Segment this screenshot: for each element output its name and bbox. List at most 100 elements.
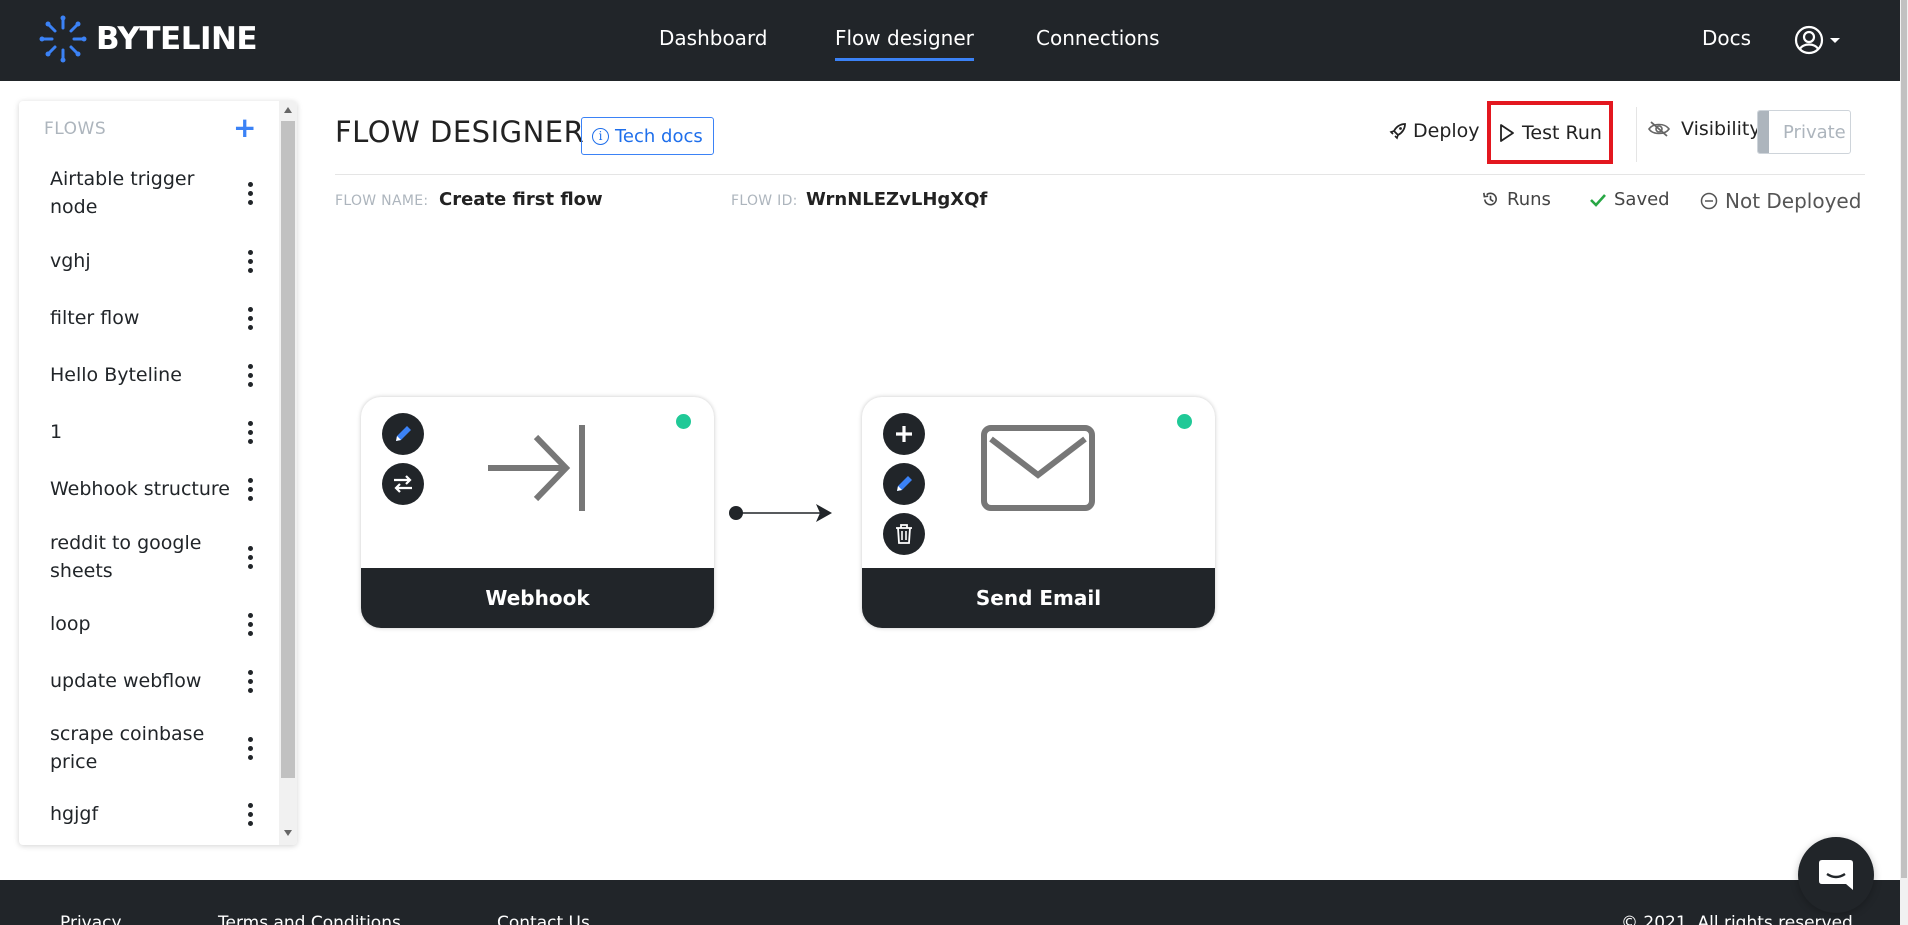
add-flow-button[interactable]: +: [233, 111, 256, 144]
list-item[interactable]: hgjgf: [19, 800, 279, 828]
saved-status: Saved: [1589, 189, 1670, 210]
list-item[interactable]: 1: [19, 418, 279, 446]
flow-item-label: Hello Byteline: [50, 364, 182, 386]
nav-connections[interactable]: Connections: [1036, 26, 1160, 50]
list-item[interactable]: loop: [19, 610, 279, 638]
kebab-menu-icon[interactable]: [241, 734, 259, 762]
top-navbar: BYTELINE Dashboard Flow designer Connect…: [0, 0, 1900, 81]
flow-item-label: 1: [50, 421, 63, 443]
scroll-up-icon[interactable]: [284, 107, 292, 113]
kebab-menu-icon[interactable]: [241, 543, 259, 571]
node-title: Webhook: [361, 568, 714, 628]
list-item[interactable]: vghj: [19, 247, 279, 275]
flow-name-value: Create first flow: [439, 189, 603, 210]
kebab-menu-icon[interactable]: [241, 800, 259, 828]
flow-item-label: hgjgf: [50, 803, 99, 825]
header-divider: [335, 174, 1865, 175]
swap-node-button[interactable]: [382, 463, 424, 505]
flow-item-label: reddit to google sheets: [50, 532, 202, 582]
list-item[interactable]: update webflow: [19, 667, 279, 695]
byteline-logo-icon: [39, 15, 87, 63]
tech-docs-label: Tech docs: [615, 125, 703, 147]
kebab-menu-icon[interactable]: [241, 475, 259, 503]
footer-copyright: © 2021. All rights reserved: [1621, 913, 1853, 925]
flow-item-label: loop: [50, 613, 91, 635]
eye-slash-icon: [1648, 121, 1670, 137]
flow-id-label: FLOW ID:: [731, 193, 798, 209]
user-avatar-icon: [1794, 25, 1824, 55]
footer-privacy-link[interactable]: Privacy: [60, 913, 122, 925]
history-icon: [1483, 192, 1497, 206]
runs-label: Runs: [1507, 189, 1551, 210]
kebab-menu-icon[interactable]: [241, 610, 259, 638]
kebab-menu-icon[interactable]: [241, 179, 259, 207]
deploy-button[interactable]: Deploy: [1389, 120, 1480, 142]
flows-sidebar: FLOWS + Airtable trigger node vghj filte…: [19, 101, 297, 845]
plus-icon: [896, 426, 912, 442]
page-title: FLOW DESIGNER: [335, 115, 585, 149]
check-icon: [1590, 193, 1606, 207]
sidebar-scrollbar[interactable]: [279, 101, 297, 845]
window-scrollbar-thumb[interactable]: [1901, 0, 1907, 878]
footer-terms-link[interactable]: Terms and Conditions: [218, 913, 401, 925]
kebab-menu-icon[interactable]: [241, 361, 259, 389]
kebab-menu-icon[interactable]: [241, 418, 259, 446]
list-item[interactable]: filter flow: [19, 304, 279, 332]
kebab-menu-icon[interactable]: [241, 304, 259, 332]
list-item[interactable]: reddit to google sheets: [19, 529, 279, 585]
toggle-knob: [1758, 111, 1769, 153]
caret-down-icon: [1830, 38, 1840, 43]
visibility-toggle[interactable]: Private: [1757, 110, 1851, 154]
kebab-menu-icon[interactable]: [241, 247, 259, 275]
user-menu[interactable]: [1793, 24, 1842, 56]
test-run-button[interactable]: Test Run: [1487, 101, 1613, 164]
nav-flow-designer[interactable]: Flow designer: [835, 26, 974, 61]
visibility-label: Visibility: [1681, 118, 1761, 140]
runs-link[interactable]: Runs: [1481, 189, 1551, 210]
brand-logo[interactable]: BYTELINE: [38, 14, 258, 64]
flow-item-label: update webflow: [50, 670, 202, 692]
node-connector: [729, 504, 832, 522]
delete-node-button[interactable]: [883, 513, 925, 555]
window-scrollbar[interactable]: [1900, 0, 1908, 925]
exchange-icon: [394, 475, 412, 493]
status-indicator: [1177, 414, 1192, 429]
visibility-control: Visibility: [1647, 118, 1761, 140]
list-item[interactable]: Hello Byteline: [19, 361, 279, 389]
flow-node-webhook[interactable]: Webhook: [361, 397, 714, 628]
status-indicator: [676, 414, 691, 429]
visibility-value: Private: [1783, 121, 1846, 143]
scroll-down-icon[interactable]: [284, 830, 292, 836]
webhook-arrow-icon: [488, 425, 585, 511]
list-item[interactable]: Webhook structure: [19, 475, 279, 503]
sidebar-scrollbar-thumb[interactable]: [281, 121, 295, 778]
flow-id-value: WrnNLEZvLHgXQf: [806, 189, 988, 210]
node-title: Send Email: [862, 568, 1215, 628]
deploy-label: Deploy: [1413, 120, 1480, 142]
nav-dashboard[interactable]: Dashboard: [659, 26, 768, 50]
kebab-menu-icon[interactable]: [241, 667, 259, 695]
footer-contact-link[interactable]: Contact Us: [497, 913, 590, 925]
trash-icon: [896, 524, 912, 544]
pencil-icon: [396, 426, 411, 441]
edit-node-button[interactable]: [883, 463, 925, 505]
divider: [1636, 107, 1637, 162]
chat-icon: [1819, 860, 1853, 890]
minus-circle-icon: [1700, 192, 1718, 210]
info-icon: i: [592, 127, 609, 145]
flow-item-label: Webhook structure: [50, 478, 230, 500]
flows-heading: FLOWS: [44, 119, 107, 139]
envelope-icon: [981, 425, 1095, 511]
add-node-button[interactable]: [883, 413, 925, 455]
flow-node-send-email[interactable]: Send Email: [862, 397, 1215, 628]
nav-docs[interactable]: Docs: [1702, 26, 1751, 50]
list-item[interactable]: Airtable trigger node: [19, 165, 279, 221]
list-item[interactable]: scrape coinbase price: [19, 720, 279, 776]
play-icon: [1500, 123, 1514, 142]
tech-docs-button[interactable]: i Tech docs: [581, 117, 714, 155]
test-run-label: Test Run: [1522, 121, 1602, 144]
pencil-icon: [897, 476, 912, 491]
edit-node-button[interactable]: [382, 413, 424, 455]
chat-widget-button[interactable]: [1798, 837, 1874, 913]
rocket-icon: [1389, 123, 1406, 140]
